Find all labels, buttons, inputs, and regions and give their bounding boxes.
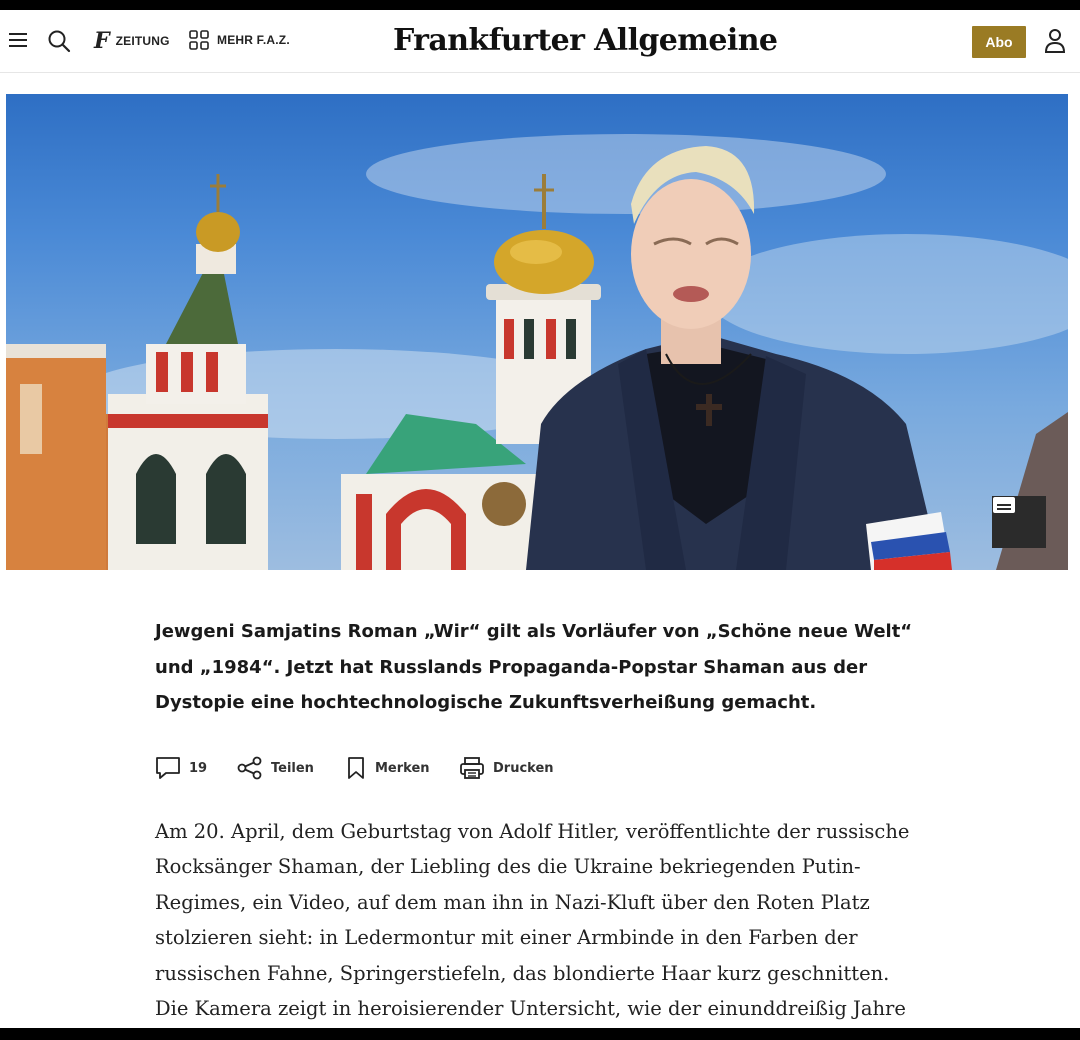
- menu-icon[interactable]: [9, 32, 29, 48]
- print-label: Drucken: [493, 760, 554, 776]
- image-caption-button[interactable]: [992, 496, 1046, 548]
- zeitung-label: ZEITUNG: [115, 34, 170, 48]
- comment-icon: [156, 757, 180, 779]
- faz-f-icon: F: [94, 28, 110, 54]
- hero-image[interactable]: [6, 94, 1068, 570]
- printer-icon: [460, 757, 484, 779]
- grid-icon: [189, 30, 209, 50]
- user-icon[interactable]: [1043, 28, 1067, 54]
- hero-illustration: [6, 134, 1068, 570]
- bookmark-button[interactable]: Merken: [345, 754, 430, 782]
- share-label: Teilen: [271, 760, 314, 776]
- article-teaser: Jewgeni Samjatins Roman „Wir“ gilt als V…: [155, 621, 913, 713]
- comments-count: 19: [189, 760, 208, 776]
- comments-button[interactable]: 19: [155, 754, 207, 782]
- search-icon[interactable]: [47, 29, 71, 53]
- caption-icon: [993, 497, 1015, 513]
- abo-button[interactable]: Abo: [972, 26, 1026, 58]
- bookmark-label: Merken: [375, 760, 430, 776]
- article-page: F ZEITUNG MEHR F.A.Z. Frankfurter Allgem…: [0, 10, 1080, 1028]
- share-icon: [237, 756, 262, 780]
- mehr-faz-label: MEHR F.A.Z.: [217, 33, 290, 47]
- article-paragraph: Am 20. April, dem Geburtstag von Adolf H…: [155, 820, 910, 1021]
- print-button[interactable]: Drucken: [459, 754, 554, 782]
- bookmark-icon: [348, 757, 364, 779]
- site-header: F ZEITUNG MEHR F.A.Z. Frankfurter Allgem…: [0, 10, 1080, 73]
- article-body: Am 20. April, dem Geburtstag von Adolf H…: [155, 814, 915, 1026]
- zeitung-link[interactable]: F ZEITUNG: [94, 30, 170, 52]
- faz-logo[interactable]: Frankfurter Allgemeine: [393, 22, 778, 60]
- share-button[interactable]: Teilen: [237, 754, 314, 782]
- mehr-faz-link[interactable]: MEHR F.A.Z.: [189, 30, 290, 50]
